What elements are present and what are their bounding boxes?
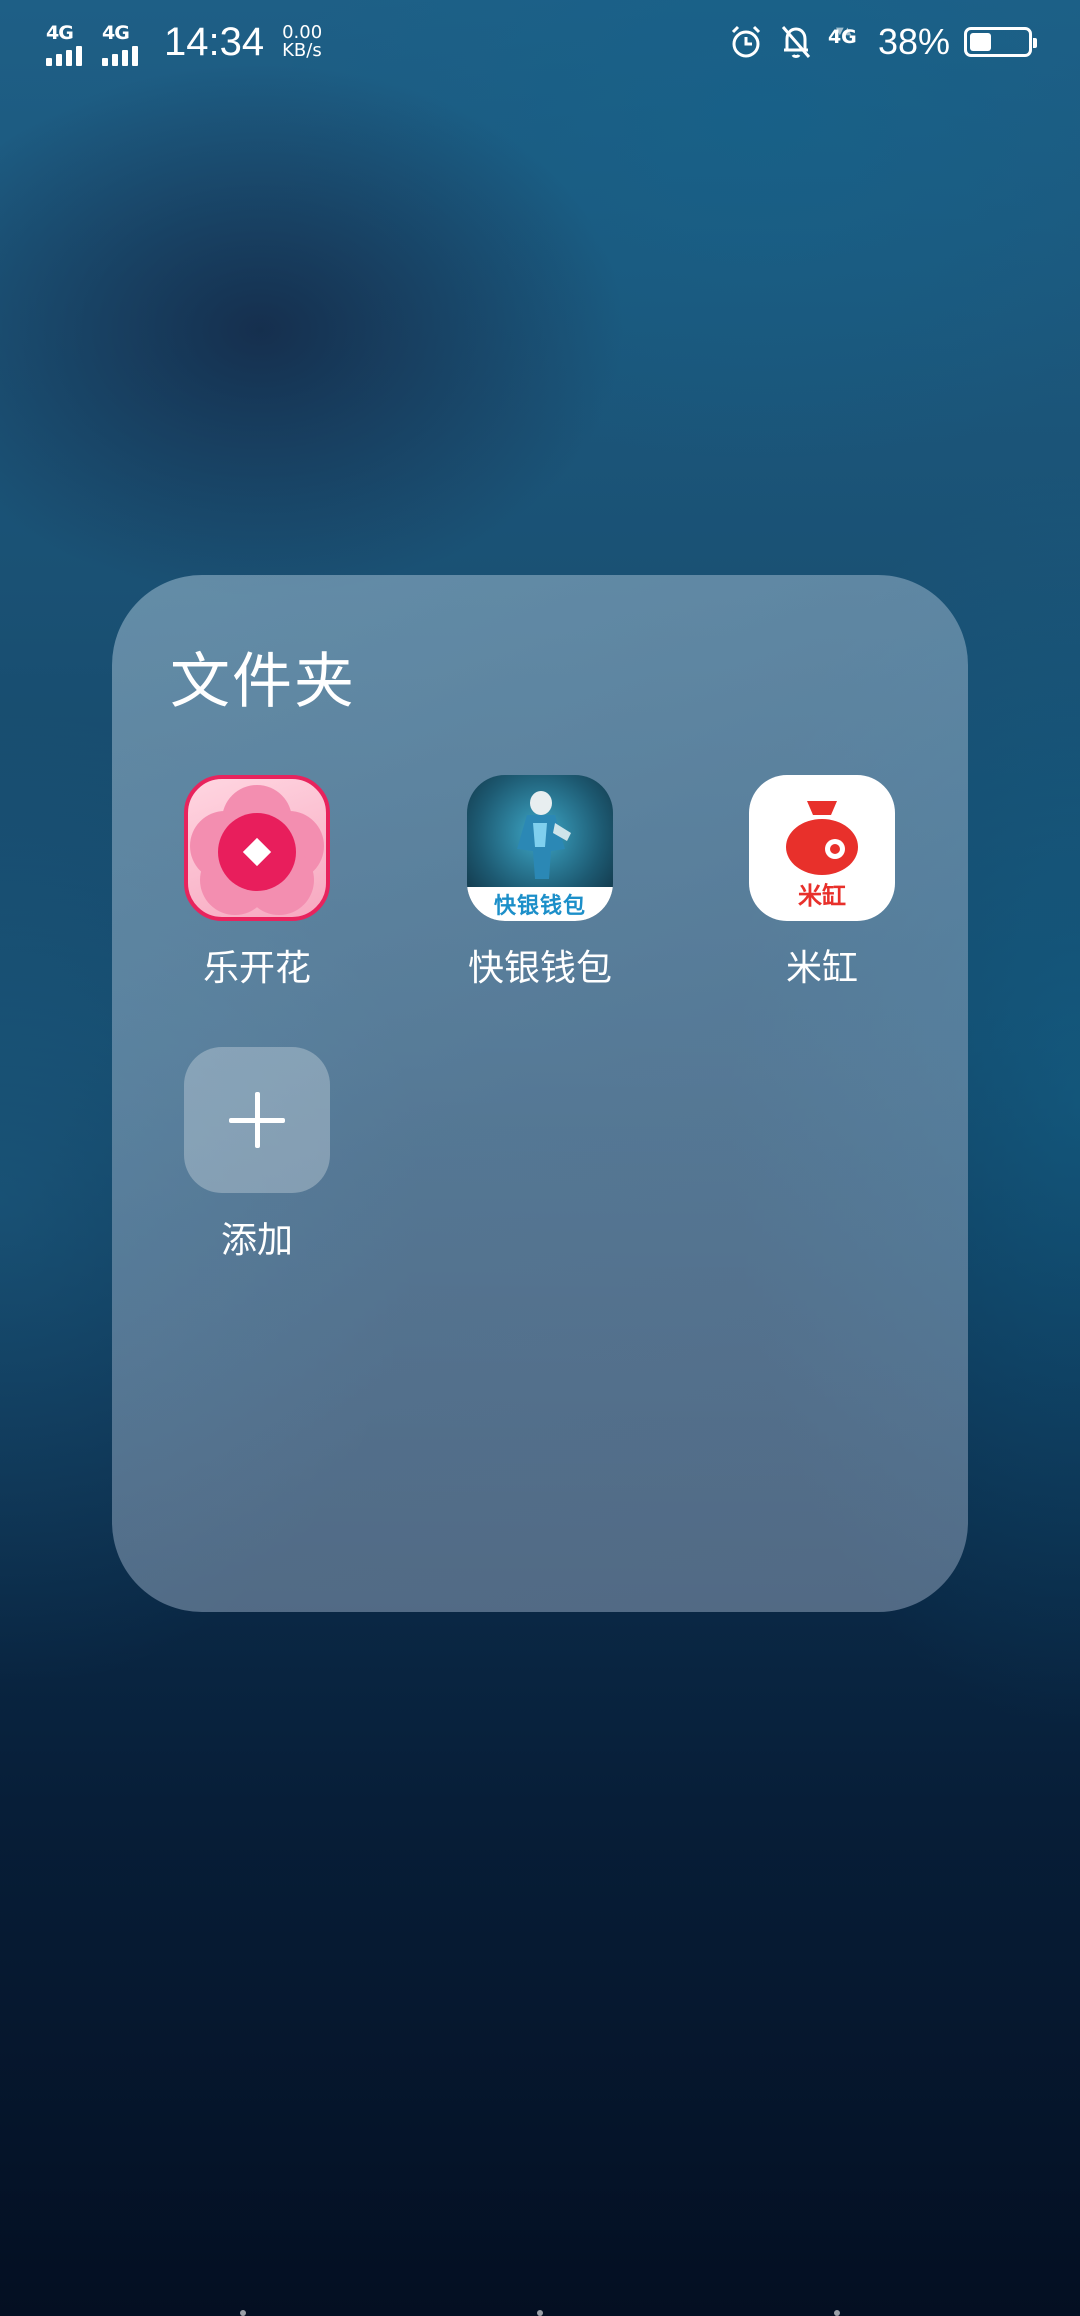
kuaiyin-wallet-app-icon[interactable]: 快银钱包 xyxy=(467,775,613,921)
folder-title[interactable]: 文件夹 xyxy=(170,633,356,720)
sim1-network-label: 4G xyxy=(46,22,74,44)
app-label: 快银钱包 xyxy=(467,948,612,989)
status-bar: 4G 4G 14:34 0.00 KB/s 4G ▼▲ 38% xyxy=(0,0,1080,84)
page-dot xyxy=(537,2310,543,2316)
sim2-signal-icon: 4G xyxy=(102,22,146,66)
sim1-signal-icon: 4G xyxy=(46,22,90,66)
add-app-button[interactable]: 添加 xyxy=(157,1047,357,1263)
kuaiyin-icon-text: 快银钱包 xyxy=(493,894,586,919)
migang-icon-text: 米缸 xyxy=(798,882,846,910)
app-migang[interactable]: 米缸 米缸 xyxy=(722,775,922,991)
mute-notification-icon xyxy=(778,22,814,62)
network-speed: 0.00 KB/s xyxy=(282,24,322,66)
app-lekaihua[interactable]: 乐开花 xyxy=(157,775,357,991)
sim2-network-label: 4G xyxy=(102,22,130,44)
network-speed-unit: KB/s xyxy=(282,40,322,61)
clock: 14:34 xyxy=(164,20,265,64)
migang-app-icon[interactable]: 米缸 xyxy=(749,775,895,921)
plus-icon[interactable] xyxy=(184,1047,330,1193)
page-dot xyxy=(834,2310,840,2316)
app-kuaiyin-wallet[interactable]: 快银钱包 快银钱包 xyxy=(440,775,640,991)
app-folder: 文件夹 乐开花 快银钱包 快银钱包 米缸 米缸 添加 xyxy=(112,575,968,1612)
battery-icon xyxy=(964,27,1037,57)
lekaihua-app-icon[interactable] xyxy=(184,775,330,921)
app-label: 米缸 xyxy=(785,948,858,989)
add-label: 添加 xyxy=(220,1220,293,1261)
app-label: 乐开花 xyxy=(202,948,311,989)
battery-percent: 38% xyxy=(877,21,950,62)
alarm-icon xyxy=(728,22,764,62)
page-indicator xyxy=(0,2308,1080,2316)
mobile-data-icon: 4G ▼▲ xyxy=(827,26,857,48)
page-dot xyxy=(240,2310,246,2316)
